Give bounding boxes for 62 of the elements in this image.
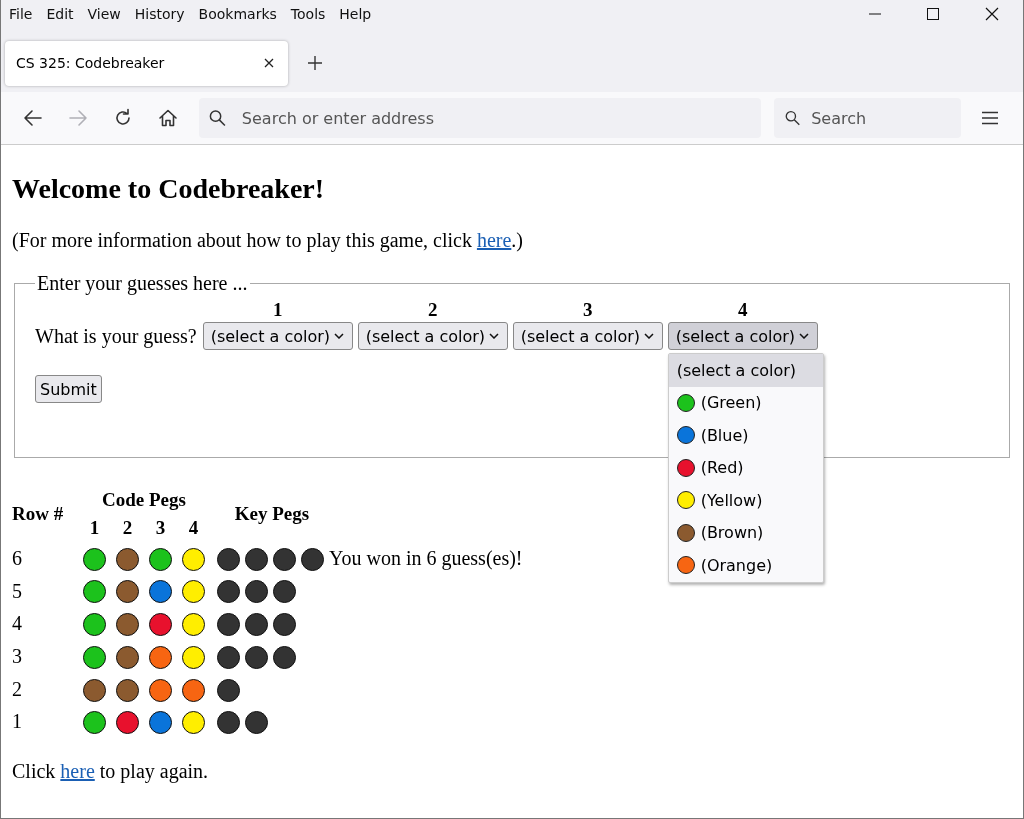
- play-again-text: Click here to play again.: [12, 760, 210, 784]
- close-icon[interactable]: [264, 58, 274, 68]
- dropdown-option[interactable]: (Blue): [668, 419, 823, 452]
- search-icon: [785, 109, 801, 127]
- intro-text: (For more information about how to play this game, click here.): [12, 229, 524, 252]
- row-number: 4: [11, 611, 23, 637]
- address-field[interactable]: Search or enter address: [199, 98, 761, 138]
- color-select[interactable]: (select a color): [202, 322, 353, 350]
- close-icon[interactable]: [985, 7, 999, 21]
- menu-item[interactable]: Help: [339, 6, 372, 22]
- dropdown-option[interactable]: (select a color): [668, 354, 823, 387]
- row-number: 1: [11, 709, 23, 735]
- caret-icon: [488, 333, 499, 339]
- guess-prompt: What is your guess?: [35, 324, 197, 348]
- column-header: 3: [154, 516, 167, 540]
- column-header: Row #: [11, 502, 65, 526]
- win-message: You won in 6 guess(es)!: [329, 546, 523, 569]
- play-again-link[interactable]: here: [60, 760, 95, 783]
- fieldset-legend: Enter your guesses here ...: [35, 272, 250, 295]
- menu-item[interactable]: Tools: [290, 6, 326, 22]
- submit-button[interactable]: Submit: [35, 375, 102, 403]
- dropdown-option[interactable]: (Green): [668, 386, 823, 419]
- address-input[interactable]: Search or enter address: [239, 107, 761, 129]
- menu-item[interactable]: Bookmarks: [198, 6, 277, 22]
- caret-icon: [643, 333, 654, 339]
- caret-icon: [333, 333, 344, 339]
- dropdown-option[interactable]: (Brown): [668, 516, 823, 549]
- menu-item[interactable]: View: [87, 6, 121, 22]
- position-label: 3: [581, 299, 594, 321]
- row-number: 3: [11, 643, 23, 669]
- menu-item[interactable]: History: [134, 6, 185, 22]
- back-arrow-icon[interactable]: [23, 108, 43, 128]
- search-icon: [209, 109, 226, 127]
- browser-tab[interactable]: CS 325: Codebreaker: [5, 40, 288, 86]
- menu-icon[interactable]: [982, 111, 998, 125]
- column-header: 1: [88, 516, 101, 540]
- position-label: 2: [426, 299, 439, 321]
- column-header: Code Pegs: [101, 488, 187, 512]
- color-select[interactable]: (select a color): [357, 322, 508, 350]
- column-header: 2: [121, 516, 134, 540]
- dropdown-option[interactable]: (Orange): [668, 549, 823, 582]
- row-number: 5: [11, 578, 23, 604]
- search-input[interactable]: Search: [809, 107, 961, 129]
- search-field[interactable]: Search: [774, 98, 961, 138]
- maximize-icon[interactable]: [927, 8, 939, 20]
- color-select[interactable]: (select a color): [667, 322, 818, 350]
- dropdown-option[interactable]: (Red): [668, 451, 823, 484]
- position-label: 1: [271, 299, 284, 321]
- column-header: 4: [187, 516, 200, 540]
- caret-icon: [798, 333, 809, 339]
- position-label: 4: [736, 299, 749, 321]
- row-number: 6: [11, 545, 23, 571]
- column-header: Key Pegs: [233, 502, 311, 526]
- menu-item[interactable]: Edit: [46, 6, 74, 22]
- page-heading: Welcome to Codebreaker!: [12, 173, 326, 205]
- dropdown-option[interactable]: (Yellow): [668, 484, 823, 517]
- menu-item[interactable]: File: [9, 6, 33, 22]
- row-number: 2: [11, 676, 23, 702]
- home-icon[interactable]: [158, 108, 178, 128]
- new-tab-icon[interactable]: [307, 55, 323, 71]
- reload-icon[interactable]: [113, 108, 133, 128]
- color-select[interactable]: (select a color): [512, 322, 663, 350]
